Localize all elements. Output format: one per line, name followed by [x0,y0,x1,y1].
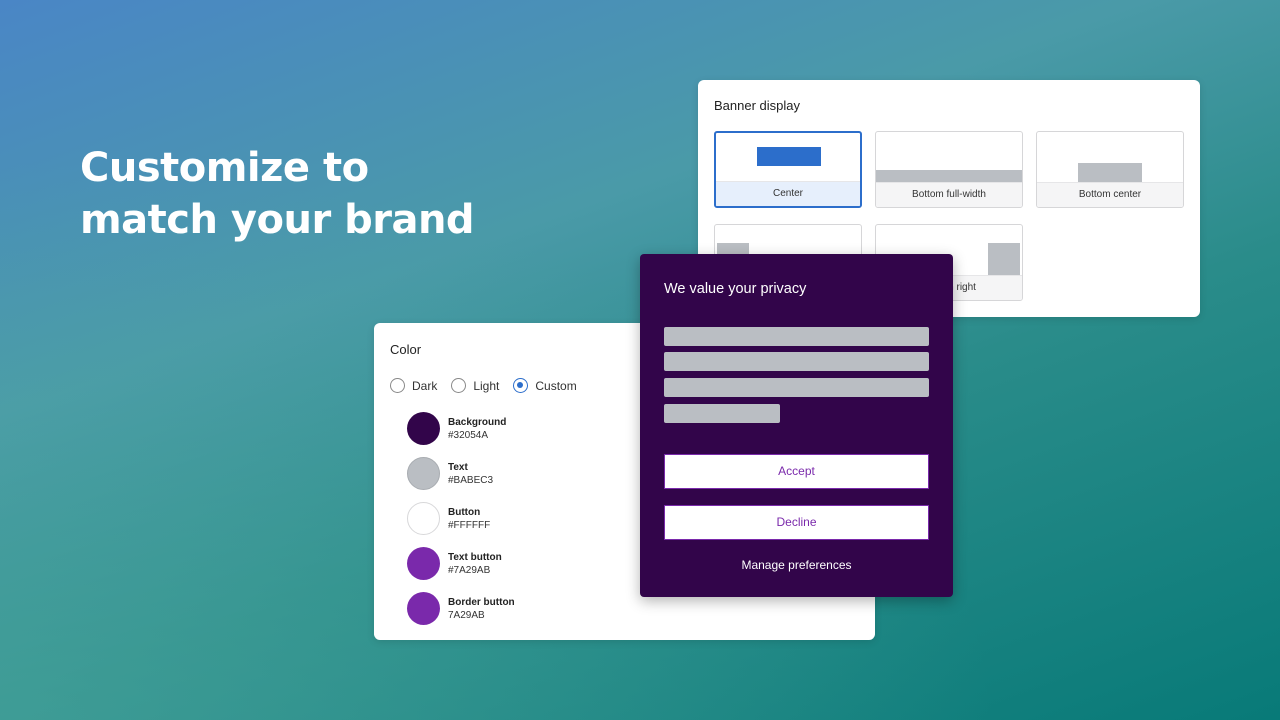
color-title: Color [390,342,422,357]
swatch-text: Text #BABEC3 [448,461,493,487]
swatch-text: Button #FFFFFF [448,506,490,532]
headline-line-2: match your brand [80,197,475,243]
radio-label: Light [473,378,500,393]
option-bottom-full-width[interactable]: Bottom full-width [875,131,1023,208]
center-preview [757,147,821,166]
color-swatch-row[interactable]: Text button #7A29AB [407,547,502,580]
option-bottom-center[interactable]: Bottom center [1036,131,1184,208]
radio-circle[interactable] [451,378,467,393]
swatch-value: #7A29AB [448,564,491,576]
radio-custom[interactable]: Custom [513,378,577,393]
color-swatch-row[interactable]: Button #FFFFFF [407,502,490,535]
color-swatch-circle[interactable] [407,412,440,445]
swatch-name: Button [448,506,481,518]
accept-button[interactable]: Accept [664,454,929,489]
swatch-text: Background #32054A [448,416,506,442]
option-center[interactable]: Center [714,131,862,208]
swatch-value: 7A29AB [448,609,485,621]
color-swatch-circle[interactable] [407,547,440,580]
swatch-name: Text [448,461,468,473]
bottom-right-preview [988,243,1020,275]
swatch-name: Text button [448,551,502,563]
swatch-text: Border button 7A29AB [448,596,515,622]
headline-line-1: Customize to [80,145,369,191]
decline-button[interactable]: Decline [664,505,929,540]
manage-preferences-link[interactable]: Manage preferences [640,558,953,572]
swatch-name: Border button [448,596,515,608]
swatch-text: Text button #7A29AB [448,551,502,577]
radio-label: Dark [412,378,438,393]
radio-light[interactable]: Light [451,378,499,393]
swatch-value: #BABEC3 [448,474,494,486]
option-label: Bottom full-width [876,182,1022,207]
text-placeholder-bar [664,327,929,346]
radio-dark[interactable]: Dark [390,378,437,393]
color-swatch-circle[interactable] [407,502,440,535]
color-swatch-circle[interactable] [407,592,440,625]
option-label: Bottom center [1037,182,1183,207]
radio-circle-selected[interactable] [513,378,529,393]
banner-display-title: Banner display [714,98,800,113]
radio-circle[interactable] [390,378,405,393]
swatch-value: #FFFFFF [448,519,491,531]
option-label: Center [716,181,860,206]
text-placeholder-bar [664,352,929,371]
color-swatch-row[interactable]: Text #BABEC3 [407,457,493,490]
color-swatch-circle[interactable] [407,457,440,490]
privacy-banner-preview: We value your privacy Accept Decline Man… [640,254,953,597]
color-swatch-row[interactable]: Background #32054A [407,412,506,445]
text-placeholder-bar [664,404,780,423]
headline: Customize to match your brand [80,142,475,246]
radio-label: Custom [535,378,577,393]
color-mode-radios: Dark Light Custom [390,378,577,393]
privacy-title: We value your privacy [664,281,807,297]
color-swatch-row[interactable]: Border button 7A29AB [407,592,515,625]
bottom-center-preview [1078,163,1142,183]
swatch-value: #32054A [448,429,489,441]
swatch-name: Background [448,416,507,428]
text-placeholder-bar [664,378,929,397]
